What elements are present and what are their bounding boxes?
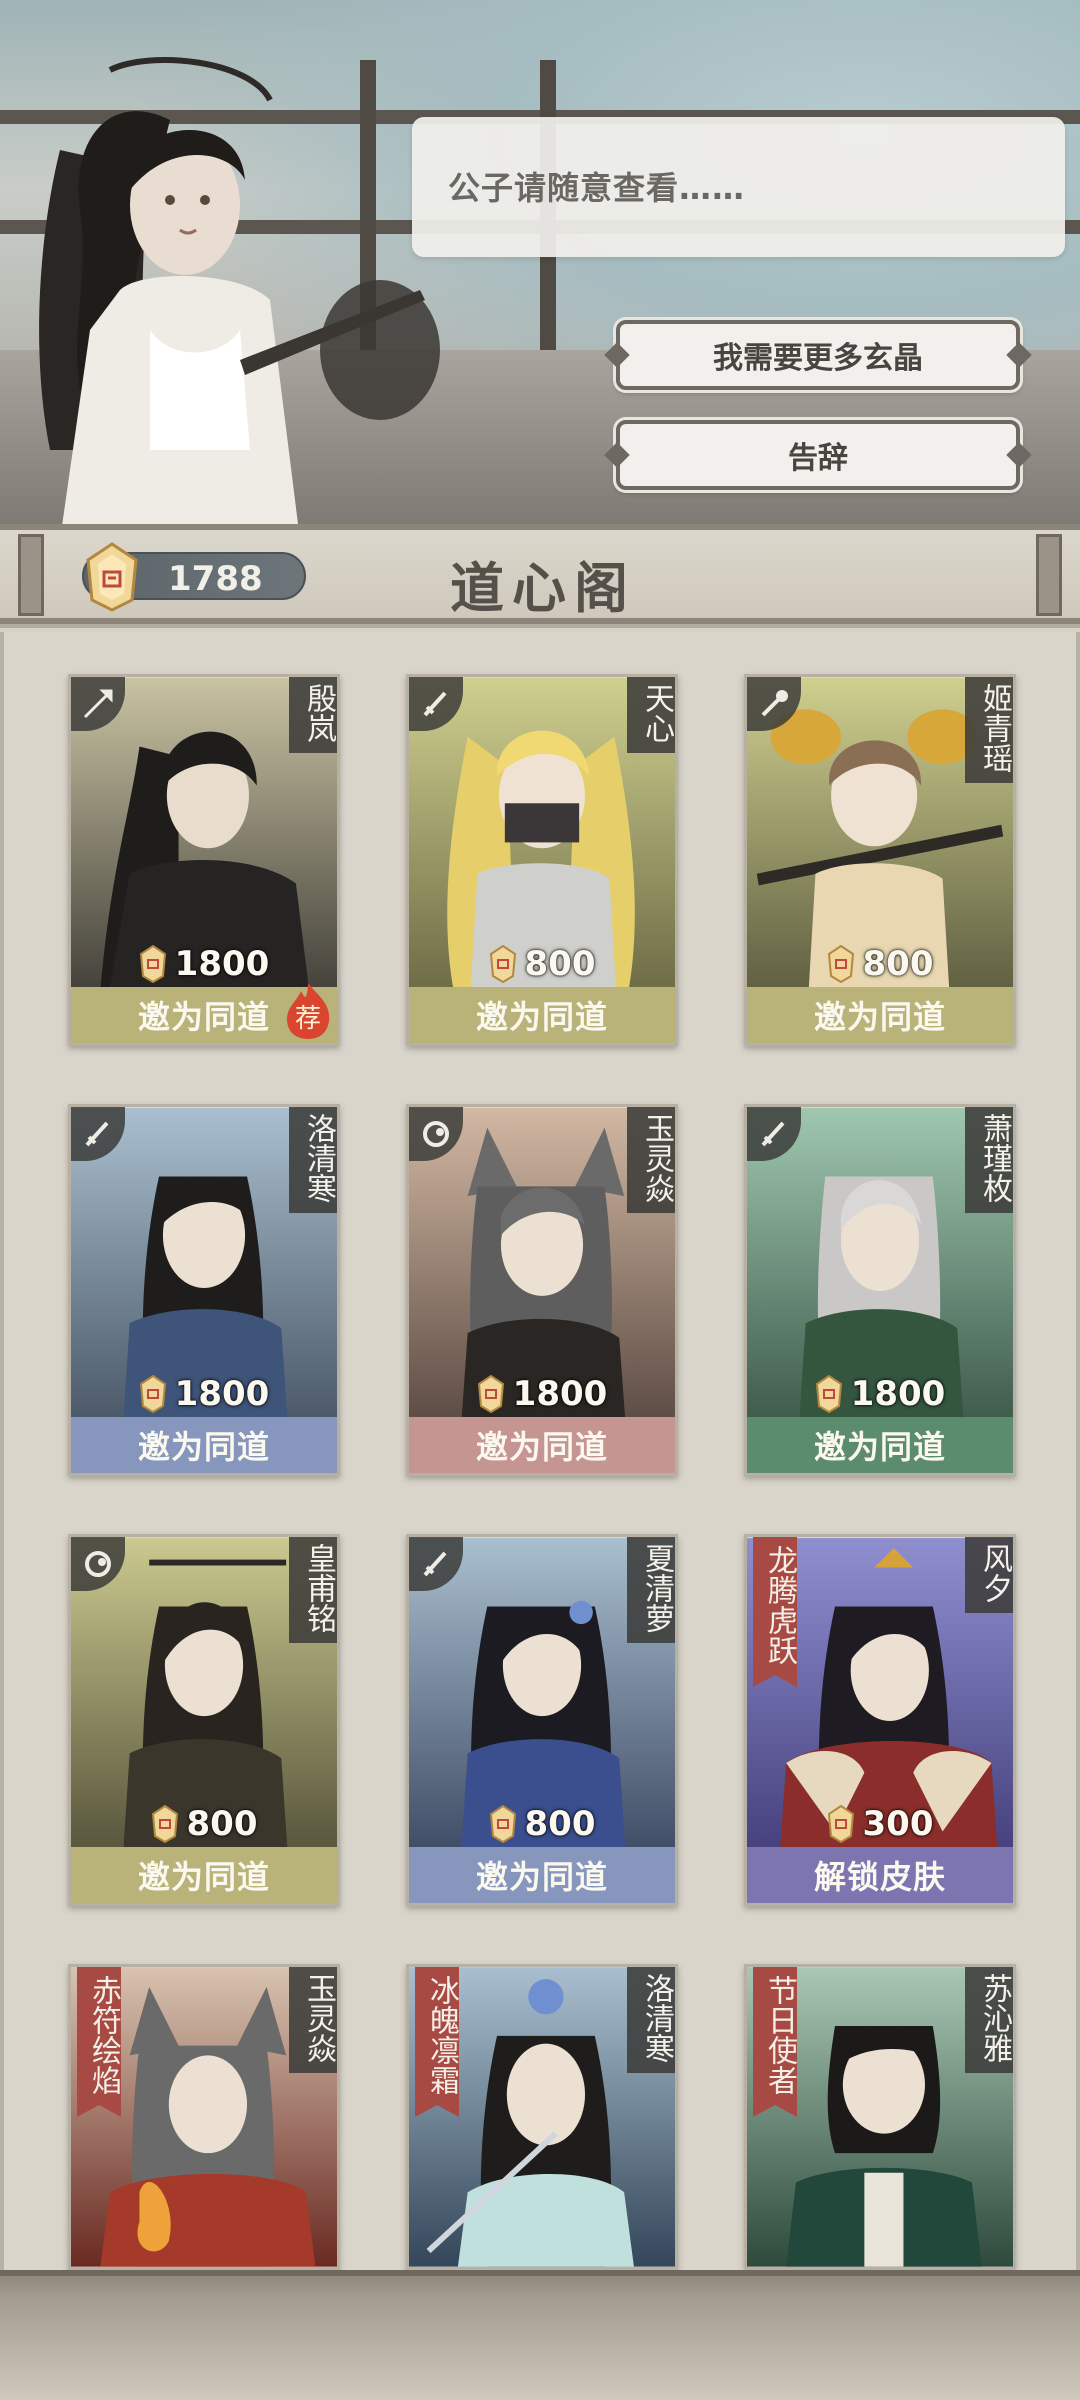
currency-amount: 1788 (168, 559, 263, 599)
skin-name-banner: 龙腾虎跃 (753, 1537, 797, 1687)
invite-button[interactable]: 邀为同道 (71, 1847, 337, 1903)
price-value: 1800 (850, 1374, 946, 1414)
companion-card[interactable]: 玉灵焱 1800 邀为同道 (406, 1104, 678, 1476)
unlock-skin-button[interactable]: 解锁皮肤 (747, 1847, 1013, 1903)
companion-card[interactable]: 姬青瑶 800 邀为同道 (744, 674, 1016, 1046)
companion-name: 风夕 (965, 1537, 1013, 1613)
invite-button[interactable]: 邀为同道 (747, 987, 1013, 1043)
page-title: 道心阁 (450, 556, 636, 620)
header-endcap-left (18, 534, 44, 616)
bottom-frame (0, 2270, 1080, 2400)
invite-button[interactable]: 邀为同道 (71, 1417, 337, 1473)
price-tag: 800 (409, 1799, 675, 1849)
companion-name: 玉灵焱 (627, 1107, 675, 1213)
skin-card[interactable]: 节日使者 苏沁雅 (744, 1964, 1016, 2270)
crystal-currency-icon (827, 945, 854, 983)
companion-name: 皇甫铭 (289, 1537, 337, 1643)
price-value: 1800 (512, 1374, 608, 1414)
price-value: 1800 (174, 944, 270, 984)
price-value: 300 (862, 1804, 934, 1844)
companion-card[interactable]: 殷岚 1800 邀为同道 荐 (68, 674, 340, 1046)
crystal-currency-icon (815, 1375, 842, 1413)
invite-button[interactable]: 邀为同道 (409, 1417, 675, 1473)
companion-name: 洛清寒 (627, 1967, 675, 2073)
price-tag: 800 (71, 1799, 337, 1849)
recommended-label: 荐 (295, 1004, 321, 1034)
companion-name: 洛清寒 (289, 1107, 337, 1213)
skin-card[interactable]: 赤符绘焰 玉灵焱 (68, 1964, 340, 2270)
skin-card[interactable]: 龙腾虎跃 风夕 300 解锁皮肤 (744, 1534, 1016, 1906)
companion-card[interactable]: 天心 800 邀为同道 (406, 674, 678, 1046)
price-tag: 1800 (71, 1369, 337, 1419)
shopkeeper-portrait (39, 57, 440, 540)
crystal-currency-icon (827, 1805, 854, 1843)
companion-grid: 殷岚 1800 邀为同道 荐 天心 800 邀为同道 姬青瑶 800 邀为同道 … (0, 632, 1080, 2270)
companion-name: 萧瑾枚 (965, 1107, 1013, 1213)
skin-name-banner: 节日使者 (753, 1967, 797, 2117)
crystal-currency-icon (139, 1375, 166, 1413)
companion-name: 夏清萝 (627, 1537, 675, 1643)
scene-background: 公子请随意查看…… 我需要更多玄晶 告辞 (0, 0, 1080, 540)
companion-card[interactable]: 夏清萝 800 邀为同道 (406, 1534, 678, 1906)
crystal-currency-icon (139, 945, 166, 983)
more-crystals-button[interactable]: 我需要更多玄晶 (616, 320, 1020, 390)
header-endcap-right (1036, 534, 1062, 616)
companion-card[interactable]: 洛清寒 1800 邀为同道 (68, 1104, 340, 1476)
price-tag: 1800 (747, 1369, 1013, 1419)
price-tag: 800 (409, 939, 675, 989)
skin-card[interactable]: 冰魄凛霜 洛清寒 (406, 1964, 678, 2270)
companion-name: 殷岚 (289, 677, 337, 753)
crystal-currency-icon (489, 945, 516, 983)
companion-name: 姬青瑶 (965, 677, 1013, 783)
price-value: 800 (862, 944, 934, 984)
price-value: 800 (186, 1804, 258, 1844)
recommended-badge: 荐 (287, 983, 330, 1039)
dialog-bubble: 公子请随意查看…… (412, 117, 1065, 257)
crystal-currency-icon (477, 1375, 504, 1413)
price-value: 800 (524, 1804, 596, 1844)
invite-button[interactable]: 邀为同道 (409, 987, 675, 1043)
companion-card[interactable]: 萧瑾枚 1800 邀为同道 (744, 1104, 1016, 1476)
invite-button[interactable]: 邀为同道 (747, 1417, 1013, 1473)
crystal-currency-icon (151, 1805, 178, 1843)
companion-name: 玉灵焱 (289, 1967, 337, 2073)
invite-button[interactable]: 邀为同道 (409, 1847, 675, 1903)
companion-name: 天心 (627, 677, 675, 753)
price-tag: 800 (747, 939, 1013, 989)
dialog-text: 公子请随意查看…… (448, 169, 746, 207)
price-value: 1800 (174, 1374, 270, 1414)
skin-name-banner: 赤符绘焰 (77, 1967, 121, 2117)
leave-button[interactable]: 告辞 (616, 420, 1020, 490)
companion-card[interactable]: 皇甫铭 800 邀为同道 (68, 1534, 340, 1906)
price-value: 800 (524, 944, 596, 984)
skin-name-banner: 冰魄凛霜 (415, 1967, 459, 2117)
price-tag: 300 (747, 1799, 1013, 1849)
crystal-currency-icon (86, 542, 138, 612)
companion-name: 苏沁雅 (965, 1967, 1013, 2073)
crystal-currency-icon (489, 1805, 516, 1843)
shop-header: 1788 道心阁 (0, 524, 1080, 624)
price-tag: 1800 (409, 1369, 675, 1419)
